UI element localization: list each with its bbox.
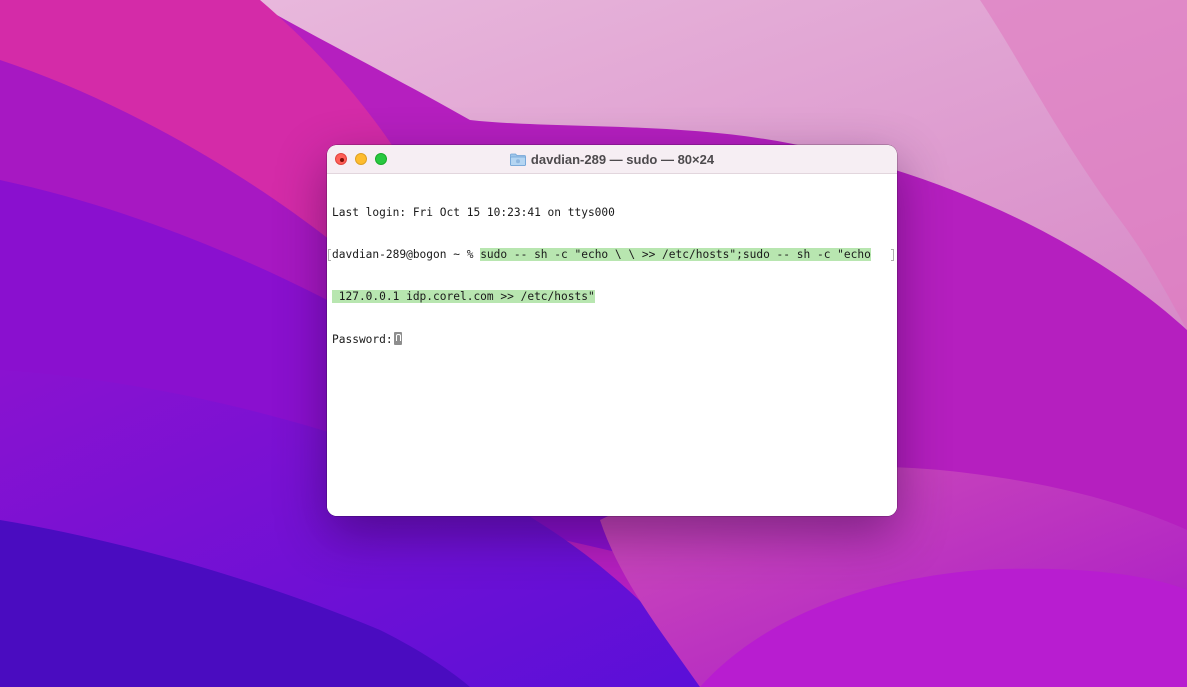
window-title: davdian-289 — sudo — 80×24 xyxy=(530,151,715,167)
command-text-1: sudo -- sh -c "echo \ \ >> /etc/hosts";s… xyxy=(480,248,871,261)
shell-prompt: davdian-289@bogon ~ % xyxy=(332,248,481,261)
terminal-output[interactable]: Last login: Fri Oct 15 10:23:41 on ttys0… xyxy=(327,174,897,516)
last-login-line: Last login: Fri Oct 15 10:23:41 on ttys0… xyxy=(332,206,615,219)
terminal-window[interactable]: davdian-289 — sudo — 80×24 Last login: F… xyxy=(327,145,897,516)
password-line[interactable]: Password: xyxy=(332,332,892,346)
key-cursor-icon xyxy=(393,332,402,345)
folder-icon xyxy=(510,153,526,166)
command-text-2: 127.0.0.1 idp.corel.com >> /etc/hosts" xyxy=(332,290,595,303)
command-line-2: 127.0.0.1 idp.corel.com >> /etc/hosts" xyxy=(332,290,892,304)
window-titlebar[interactable]: davdian-289 — sudo — 80×24 xyxy=(327,145,897,174)
command-line-1: davdian-289@bogon ~ % sudo -- sh -c "ech… xyxy=(328,248,894,262)
password-prompt: Password: xyxy=(332,333,393,346)
window-title-area: davdian-289 — sudo — 80×24 xyxy=(327,145,897,173)
mark-left-icon xyxy=(328,249,331,261)
mark-right-icon xyxy=(891,249,894,261)
